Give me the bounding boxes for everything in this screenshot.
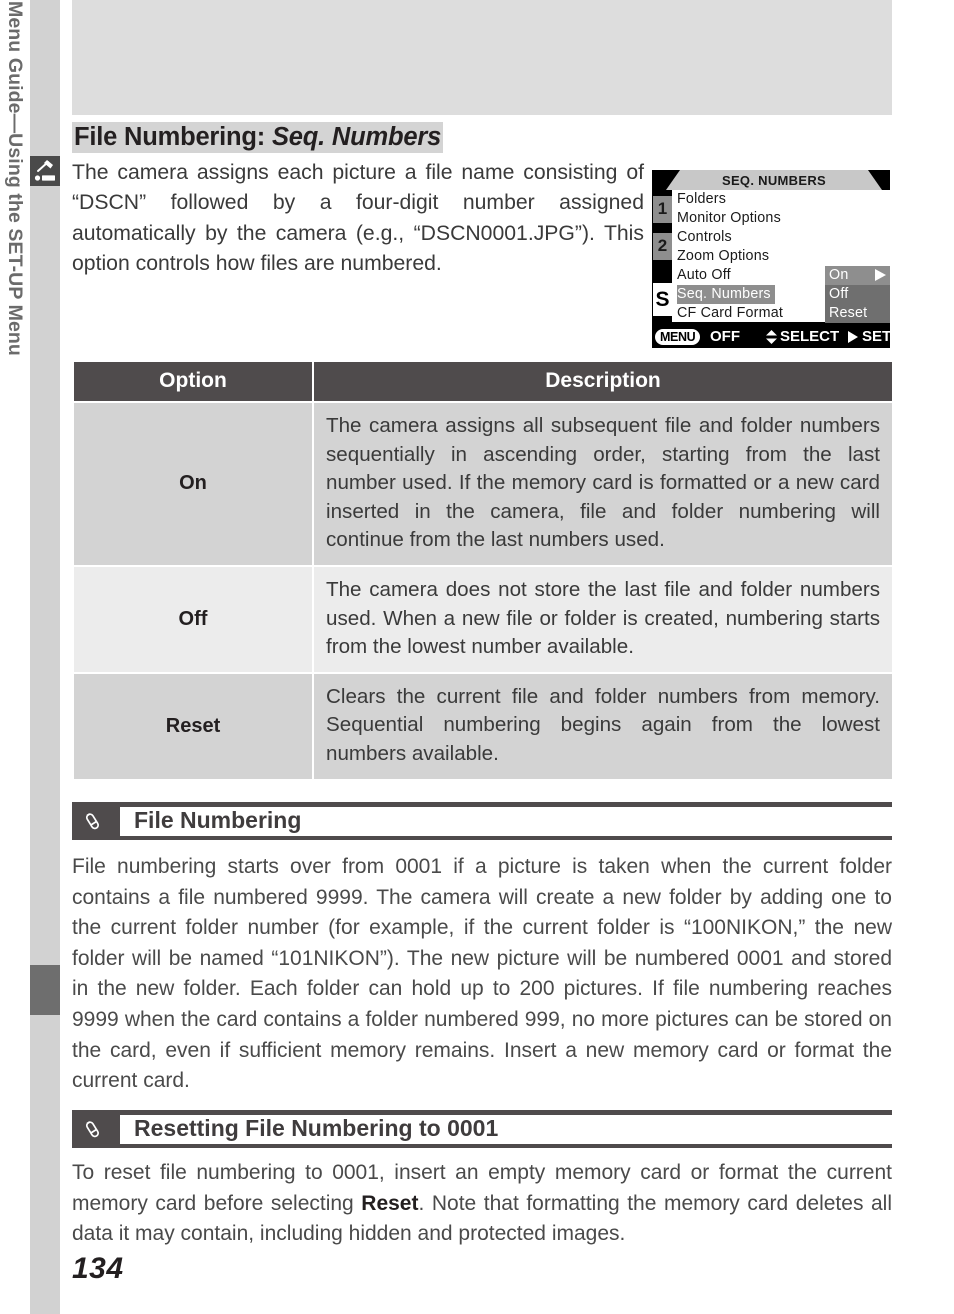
lcd-status-bar: MENU OFF SELECT SET <box>652 326 892 348</box>
note-title: File Numbering <box>134 807 302 833</box>
lcd-title-text: SEQ. NUMBERS <box>721 173 826 188</box>
page-title: File Numbering: Seq. Numbers <box>72 122 444 153</box>
note-header-file-numbering: File Numbering <box>72 802 892 840</box>
lcd-menu-list: Folders Monitor Options Controls Zoom Op… <box>672 190 890 323</box>
lcd-menu-item-label: Folders <box>677 191 727 207</box>
lcd-menu-item-label: Controls <box>677 229 732 245</box>
note-rule-bottom <box>72 836 892 840</box>
table-cell-description: The camera does not store the last file … <box>312 564 894 674</box>
sidebar-section-tab-marker <box>30 965 60 1015</box>
lcd-tab-strip: 1 2 S <box>652 190 672 322</box>
table-header-row: Option Description <box>72 360 894 403</box>
lcd-tab-2[interactable]: 2 <box>653 233 672 260</box>
table-cell-option: Off <box>72 564 314 674</box>
page-content: File Numbering: Seq. Numbers The camera … <box>72 0 894 1314</box>
note-rule-bottom <box>72 1144 892 1148</box>
pencil-note-icon <box>72 803 120 837</box>
lcd-menu-item-label: Monitor Options <box>677 210 781 226</box>
note-body-bold-reset: Reset <box>361 1191 419 1215</box>
options-table: Option Description On The camera assigns… <box>72 360 894 781</box>
lcd-menu-item-label: Seq. Numbers <box>677 285 775 304</box>
table-cell-option: On <box>72 401 314 567</box>
page-number: 134 <box>72 1252 124 1285</box>
lcd-tab-setup[interactable]: S <box>653 283 672 316</box>
up-down-arrows-icon <box>765 330 778 344</box>
lcd-value-off[interactable]: Off <box>825 285 890 304</box>
triangle-right-icon <box>848 331 858 343</box>
lcd-select-label: SELECT <box>780 328 840 345</box>
table-row: Off The camera does not store the last f… <box>72 564 894 674</box>
lcd-menu-item-monitor-options[interactable]: Monitor Options <box>672 209 890 228</box>
setup-wrench-icon <box>30 156 60 186</box>
lcd-value-column: On Off Reset <box>825 266 890 323</box>
lcd-tab-1[interactable]: 1 <box>653 196 672 223</box>
table-header-option: Option <box>72 360 314 403</box>
page-title-italic: Seq. Numbers <box>271 123 442 151</box>
top-illustration-placeholder <box>72 0 892 115</box>
table-cell-option: Reset <box>72 671 314 781</box>
lcd-menu-item-folders[interactable]: Folders <box>672 190 890 209</box>
page-title-plain: File Numbering: <box>74 123 272 151</box>
lcd-menu-item-label: Zoom Options <box>677 248 770 264</box>
sidebar-section-label: Menu Guide—Using the SET-UP Menu <box>4 1 26 356</box>
lcd-menu-item-controls[interactable]: Controls <box>672 228 890 247</box>
lcd-menu-item-label: CF Card Format <box>677 305 784 321</box>
table-header-description: Description <box>312 360 894 403</box>
table-cell-description: The camera assigns all subsequent file a… <box>312 401 894 567</box>
lcd-off-label: OFF <box>710 328 740 345</box>
lcd-menu-item-zoom-options[interactable]: Zoom Options <box>672 247 890 266</box>
sidebar <box>30 0 60 1314</box>
lcd-menu-button-pill[interactable]: MENU <box>655 329 701 345</box>
note-header-resetting-file-numbering: Resetting File Numbering to 0001 <box>72 1110 892 1148</box>
table-cell-description: Clears the current file and folder numbe… <box>312 671 894 781</box>
camera-lcd-screenshot: SEQ. NUMBERS 1 2 S Folders Monitor Optio… <box>652 170 892 348</box>
note-title: Resetting File Numbering to 0001 <box>134 1115 499 1141</box>
chevron-right-icon <box>875 269 886 281</box>
table-row: On The camera assigns all subsequent fil… <box>72 401 894 567</box>
table-row: Reset Clears the current file and folder… <box>72 671 894 781</box>
intro-paragraph: The camera assigns each picture a file n… <box>72 161 644 276</box>
pencil-note-icon <box>72 1111 120 1145</box>
lcd-title-bar: SEQ. NUMBERS <box>652 170 890 190</box>
note-body-file-numbering: File numbering starts over from 0001 if … <box>72 855 892 1093</box>
lcd-menu-item-label: Auto Off <box>677 267 731 283</box>
lcd-set-label: SET <box>862 328 892 345</box>
lcd-value-reset[interactable]: Reset <box>825 304 890 323</box>
note-body-resetting-file-numbering: To reset file numbering to 0001, insert … <box>72 1158 892 1250</box>
